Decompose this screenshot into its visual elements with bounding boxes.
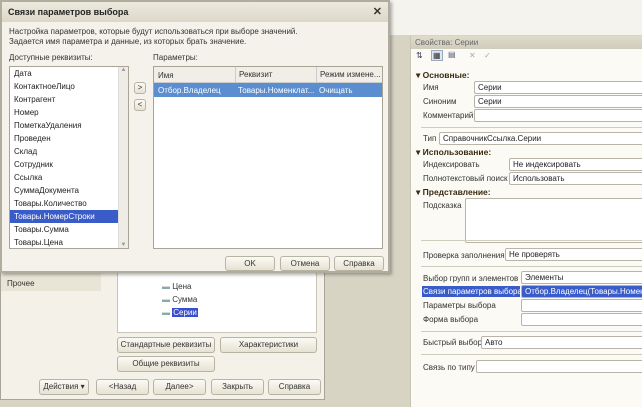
cancel-button[interactable]: Отмена — [280, 256, 330, 271]
divider — [421, 127, 642, 128]
type-link-field[interactable] — [476, 360, 642, 373]
available-item[interactable]: Товары.Сумма — [10, 223, 118, 236]
name-field[interactable]: Серии — [474, 81, 642, 94]
background-area — [390, 0, 642, 35]
cell-name: Отбор.Владелец — [158, 86, 221, 95]
divider — [421, 331, 642, 332]
available-item[interactable]: Товары.Цена — [10, 236, 118, 248]
categories-icon[interactable]: ▦ — [431, 50, 443, 61]
actions-button[interactable]: Действия ▾ — [39, 379, 89, 395]
properties-title: Свойства: Серии — [415, 38, 479, 47]
available-item[interactable]: Проведен — [10, 132, 118, 145]
back-button[interactable]: <Назад — [96, 379, 149, 395]
table-header: Имя Реквизит Режим измене... — [154, 67, 382, 83]
available-item[interactable]: Ссылка — [10, 171, 118, 184]
section-main[interactable]: ▾ Основные: — [416, 70, 469, 81]
hint-label: Подсказка — [423, 201, 462, 210]
properties-title-bar: Свойства: Серии — [411, 36, 642, 49]
remove-button[interactable]: < — [134, 99, 146, 111]
comment-label: Комментарий — [423, 111, 474, 120]
choice-params-label: Параметры выбора — [423, 301, 496, 310]
params-label: Параметры: — [153, 53, 198, 62]
index-field[interactable]: Не индексировать — [509, 158, 642, 171]
add-button[interactable]: > — [134, 82, 146, 94]
choice-links-label[interactable]: Связи параметров выбора — [422, 286, 522, 297]
quick-choice-label: Быстрый выбор — [423, 338, 483, 347]
available-item[interactable]: Сотрудник — [10, 158, 118, 171]
tree-panel: ▬ Цена ▬ Сумма ▬ Серии — [117, 265, 317, 333]
name-label: Имя — [423, 83, 439, 92]
available-item-selected[interactable]: Товары.НомерСтроки — [10, 210, 118, 223]
available-item[interactable]: Номер — [10, 106, 118, 119]
cell-attr: Товары.Номенклат... — [238, 86, 315, 95]
close-icon[interactable]: ✕ — [373, 5, 382, 18]
synonym-label: Синоним — [423, 97, 457, 106]
choice-groups-field[interactable]: Элементы — [521, 271, 642, 284]
sort-alpha-icon[interactable]: ⇅ — [416, 51, 423, 60]
tree-item[interactable]: ▬ Цена — [162, 282, 191, 291]
characteristics-button[interactable]: Характеристики — [220, 337, 317, 353]
fill-check-label: Проверка заполнения — [423, 251, 505, 260]
choice-params-field[interactable] — [521, 299, 642, 312]
dialog-title: Связи параметров выбора — [8, 7, 129, 17]
description-line-2: Задается имя параметра и данные, из кото… — [9, 37, 247, 46]
help-button[interactable]: Справка — [334, 256, 384, 271]
comment-field[interactable] — [474, 109, 642, 122]
params-table: Имя Реквизит Режим измене... Отбор.Владе… — [153, 66, 383, 249]
available-item[interactable]: Товары.Количество — [10, 197, 118, 210]
divider — [421, 266, 642, 267]
chevron-down-icon: ▾ — [80, 382, 85, 391]
available-item[interactable]: ПометкаУдаления — [10, 119, 118, 132]
ok-button[interactable]: OK — [225, 256, 275, 271]
hint-field[interactable] — [465, 198, 642, 243]
choice-groups-label: Выбор групп и элементов — [423, 274, 519, 283]
available-item[interactable]: СуммаДокумента — [10, 184, 118, 197]
fulltext-field[interactable]: Использовать — [509, 172, 642, 185]
filter-icon[interactable]: ▤ — [448, 50, 456, 59]
standard-attributes-button[interactable]: Стандартные реквизиты — [117, 337, 215, 353]
close-button[interactable]: Закрыть — [211, 379, 264, 395]
available-item[interactable]: КонтактноеЛицо — [10, 80, 118, 93]
dialog-title-bar: Связи параметров выбора ✕ — [2, 2, 388, 22]
tree-item[interactable]: ▬ Сумма — [162, 295, 197, 304]
type-label: Тип — [423, 134, 437, 143]
choice-form-label: Форма выбора — [423, 315, 479, 324]
available-item[interactable]: Контрагент — [10, 93, 118, 106]
description-line-1: Настройка параметров, которые будут испо… — [9, 27, 298, 36]
choice-links-field[interactable]: Отбор.Владелец(Товары.Номенкл... — [521, 285, 642, 298]
column-header-name[interactable]: Имя — [158, 71, 174, 80]
scrollbar[interactable]: ▲ ▼ — [118, 67, 128, 248]
left-item-other[interactable]: Прочее — [7, 279, 35, 288]
divider — [421, 240, 642, 241]
choice-form-field[interactable] — [521, 313, 642, 326]
divider — [421, 354, 642, 355]
confirm-icon[interactable]: ✓ — [484, 51, 491, 60]
next-button[interactable]: Далее> — [153, 379, 206, 395]
properties-panel: Свойства: Серии ⇅ ▦ ▤ ✕ ✓ ▾ Основные: Им… — [410, 36, 642, 407]
help-button[interactable]: Справка — [268, 379, 321, 395]
column-header-mode[interactable]: Режим измене... — [316, 67, 381, 83]
background-window: Прочее ▬ Цена ▬ Сумма ▬ Серии Стандартны… — [0, 265, 325, 400]
fulltext-label: Полнотекстовый поиск — [423, 174, 508, 183]
available-label: Доступные реквизиты: — [9, 53, 93, 62]
type-link-label: Связь по типу — [423, 363, 475, 372]
dialog: Связи параметров выбора ✕ Настройка пара… — [0, 0, 390, 273]
synonym-field[interactable]: Серии — [474, 95, 642, 108]
section-usage[interactable]: ▾ Использование: — [416, 147, 491, 158]
column-header-attr[interactable]: Реквизит — [235, 67, 272, 83]
common-attributes-button[interactable]: Общие реквизиты — [117, 356, 215, 372]
available-item[interactable]: Склад — [10, 145, 118, 158]
fill-check-field[interactable]: Не проверять — [505, 248, 642, 261]
tree-item-selected[interactable]: ▬ Серии — [162, 308, 198, 317]
clear-icon[interactable]: ✕ — [469, 51, 476, 60]
quick-choice-field[interactable]: Авто — [481, 336, 642, 349]
section-view[interactable]: ▾ Представление: — [416, 187, 491, 198]
available-list[interactable]: Дата КонтактноеЛицо Контрагент Номер Пометка… — [9, 66, 129, 249]
table-row[interactable]: Отбор.Владелец Товары.Номенклат... Очища… — [154, 83, 382, 97]
cell-mode: Очищать — [319, 86, 353, 95]
index-label: Индексировать — [423, 160, 480, 169]
type-field[interactable]: СправочникСсылка.Серии — [439, 132, 642, 145]
available-item[interactable]: Дата — [10, 67, 118, 80]
